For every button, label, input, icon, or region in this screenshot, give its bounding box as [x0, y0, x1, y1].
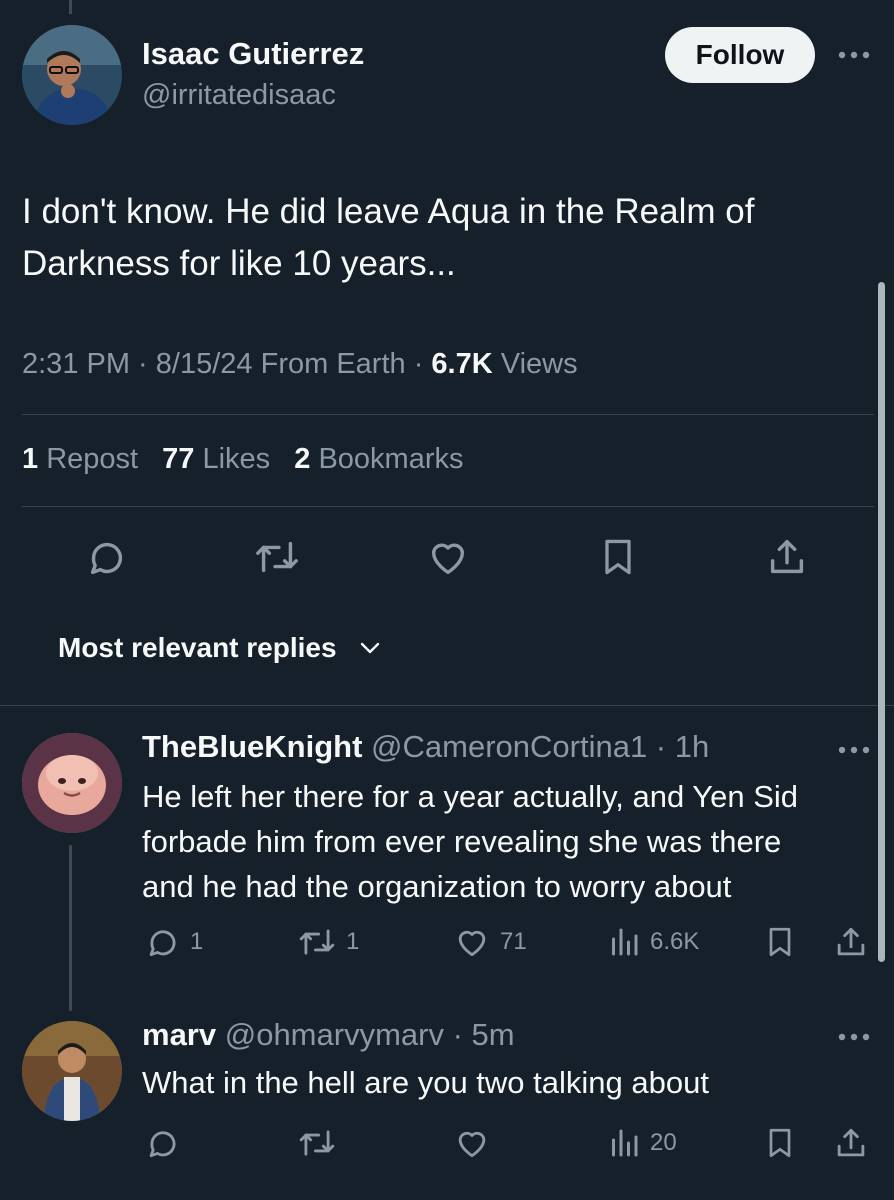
follow-button[interactable]: Follow	[665, 27, 815, 83]
bookmarks-label: Bookmarks	[318, 443, 464, 475]
tweet-text: I don't know. He did leave Aqua in the R…	[22, 192, 755, 283]
chevron-down-icon	[359, 641, 381, 655]
comment-icon	[144, 923, 182, 961]
views-label: Views	[500, 348, 578, 380]
reply-author-handle[interactable]: @CameronCortina1	[371, 729, 647, 764]
reply-views-button[interactable]: 20	[606, 1124, 677, 1162]
share-icon[interactable]	[764, 534, 810, 580]
reply-avatar[interactable]	[22, 733, 122, 833]
likes-count: 77	[162, 443, 195, 475]
reposts-count: 1	[22, 443, 39, 475]
replies-sort-dropdown[interactable]: Most relevant replies	[58, 632, 381, 664]
tweet-date[interactable]: 8/15/24	[156, 348, 253, 380]
reply-repost-count: 1	[346, 928, 360, 955]
reposts-stat[interactable]: 1 Repost	[22, 443, 138, 475]
reply-text-line: What in the hell are you two talking abo…	[142, 1065, 709, 1100]
reply-comment-button[interactable]	[144, 1124, 190, 1162]
author-name[interactable]: Isaac Gutierrez	[142, 36, 364, 72]
tweet-time[interactable]: 2:31 PM	[22, 348, 130, 380]
reply-views-count: 20	[650, 1129, 677, 1156]
avatar-photo-icon	[22, 1021, 122, 1121]
more-icon[interactable]	[836, 40, 872, 70]
likes-stat[interactable]: 77 Likes	[162, 443, 270, 475]
like-icon	[452, 923, 492, 961]
like-icon[interactable]	[424, 534, 472, 580]
scrollbar[interactable]	[878, 282, 885, 962]
divider	[0, 705, 894, 706]
reply-time[interactable]: 5m	[472, 1017, 515, 1052]
reply-author-handle[interactable]: @ohmarvymarv	[225, 1017, 444, 1052]
more-icon[interactable]	[836, 735, 872, 765]
reply-text-line: and he had the organization to worry abo…	[142, 869, 732, 904]
comment-icon[interactable]	[84, 534, 130, 580]
avatar-character-icon	[22, 733, 122, 833]
tweet-stats: 1 Repost 77 Likes 2 Bookmarks	[22, 443, 480, 476]
tweet-location: From Earth	[260, 348, 406, 380]
reply-like-button[interactable]	[452, 1124, 500, 1162]
bookmarks-count: 2	[294, 443, 311, 475]
divider	[22, 414, 874, 415]
bookmark-icon[interactable]	[762, 1124, 798, 1162]
replies-sort-label: Most relevant replies	[58, 632, 337, 663]
reply-author-name[interactable]: marv	[142, 1017, 216, 1052]
reply-repost-button[interactable]: 1	[296, 923, 359, 961]
thread-line-top	[69, 0, 72, 14]
reply-time[interactable]: 1h	[675, 729, 709, 764]
bookmark-icon[interactable]	[596, 534, 640, 580]
avatar-photo-icon	[22, 25, 122, 125]
views-count: 6.7K	[431, 348, 493, 380]
reposts-label: Repost	[46, 443, 139, 475]
tweet-meta: 2:31 PM · 8/15/24 From Earth · 6.7K View…	[22, 348, 578, 380]
reply-comment-button[interactable]: 1	[144, 923, 203, 961]
reply-comment-count: 1	[190, 928, 204, 955]
reply-repost-button[interactable]	[296, 1124, 346, 1162]
reply-like-button[interactable]: 71	[452, 923, 527, 961]
divider	[22, 506, 874, 507]
reply-text-line: forbade him from ever revealing she was …	[142, 824, 782, 859]
author-handle[interactable]: @irritatedisaac	[142, 79, 336, 112]
repost-icon	[296, 1124, 338, 1162]
thread-line-reply	[69, 845, 72, 1011]
share-icon[interactable]	[832, 923, 870, 961]
bookmarks-stat[interactable]: 2 Bookmarks	[294, 443, 463, 475]
reply-views-count: 6.6K	[650, 928, 700, 955]
reply-author-line: TheBlueKnight @CameronCortina1 · 1h	[142, 729, 710, 764]
repost-icon	[296, 923, 338, 961]
comment-icon	[144, 1124, 182, 1162]
author-avatar[interactable]	[22, 25, 122, 125]
reply-text: What in the hell are you two talking abo…	[142, 1060, 872, 1105]
repost-icon[interactable]	[252, 534, 302, 580]
reply-like-count: 71	[500, 928, 527, 955]
bookmark-icon[interactable]	[762, 923, 798, 961]
reply-text-line: He left her there for a year actually, a…	[142, 779, 798, 814]
reply-author-line: marv @ohmarvymarv · 5m	[142, 1017, 515, 1052]
like-icon	[452, 1124, 492, 1162]
reply-avatar[interactable]	[22, 1021, 122, 1121]
share-icon[interactable]	[832, 1124, 870, 1162]
views-icon	[606, 923, 642, 961]
reply-views-button[interactable]: 6.6K	[606, 923, 699, 961]
more-icon[interactable]	[836, 1022, 872, 1052]
likes-label: Likes	[202, 443, 271, 475]
views-icon	[606, 1124, 642, 1162]
reply-author-name[interactable]: TheBlueKnight	[142, 729, 362, 764]
reply-text: He left her there for a year actually, a…	[142, 774, 872, 909]
